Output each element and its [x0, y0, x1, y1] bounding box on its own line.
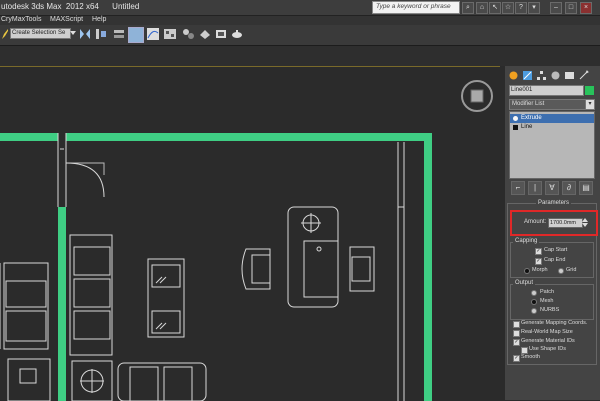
favorites-icon[interactable]: ☆ — [502, 2, 514, 14]
display-tab-icon[interactable] — [564, 70, 575, 81]
pencil-icon[interactable] — [1, 28, 9, 40]
capping-title: Capping — [513, 238, 540, 244]
dropdown-arrow-icon[interactable] — [70, 29, 76, 37]
expand-icon[interactable] — [513, 125, 518, 130]
nurbs-label: NURBS — [540, 307, 560, 313]
morph-radio[interactable] — [524, 268, 530, 274]
close-icon[interactable]: × — [580, 2, 592, 14]
menu-maxscript[interactable]: MAXScript — [50, 16, 83, 23]
stack-item-line[interactable]: Line — [510, 123, 594, 132]
title-bar: utodesk 3ds Max 2012 x64 Untitled Type a… — [0, 0, 600, 16]
communication-icon[interactable]: ↖ — [489, 2, 501, 14]
viewport[interactable] — [0, 66, 500, 401]
grid-label: Grid — [566, 267, 577, 273]
wall-top-left — [0, 133, 58, 141]
configure-sets-icon[interactable]: ▤ — [579, 181, 593, 195]
curve-editor-icon[interactable] — [146, 27, 160, 41]
modifier-list-arrow-icon[interactable]: ▾ — [585, 99, 595, 110]
morph-label: Morph — [532, 267, 548, 273]
rendered-frame-icon[interactable] — [214, 27, 228, 41]
cap-end-label: Cap End — [544, 257, 566, 263]
material-editor-icon[interactable] — [181, 27, 195, 41]
modifier-stack: Extrude Line — [509, 111, 595, 179]
amount-highlight — [510, 210, 598, 236]
schematic-view-icon[interactable] — [163, 27, 177, 41]
generate-material-ids-checkbox[interactable]: ✓ — [513, 339, 520, 346]
wall-top-right — [66, 133, 432, 141]
show-end-result-icon[interactable]: | — [528, 181, 542, 195]
maximize-icon[interactable]: □ — [565, 2, 577, 14]
minimize-icon[interactable]: – — [550, 2, 562, 14]
output-title: Output — [513, 280, 536, 286]
named-selection-set[interactable]: Create Selection Se — [10, 28, 71, 39]
search-input[interactable]: Type a keyword or phrase — [372, 1, 460, 14]
smooth-label: Smooth — [521, 354, 540, 360]
nurbs-radio[interactable] — [531, 308, 537, 314]
mesh-radio[interactable] — [531, 299, 537, 305]
create-tab-icon[interactable] — [508, 70, 519, 81]
window-title: utodesk 3ds Max 2012 x64 Untitled — [1, 2, 140, 11]
generate-mapping-label: Generate Mapping Coords. — [521, 320, 588, 326]
smooth-checkbox[interactable]: ✓ — [513, 355, 520, 362]
cap-start-label: Cap Start — [544, 247, 568, 253]
remove-modifier-icon[interactable]: ∂ — [562, 181, 576, 195]
mesh-label: Mesh — [540, 298, 554, 304]
stack-item-label: Extrude — [521, 115, 542, 121]
align-icon[interactable] — [94, 27, 108, 41]
hierarchy-tab-icon[interactable] — [536, 70, 547, 81]
layer-manager-icon[interactable] — [112, 27, 126, 41]
stack-item-extrude[interactable]: Extrude — [510, 114, 594, 123]
lightbulb-icon[interactable] — [513, 116, 518, 121]
make-unique-icon[interactable]: ∀ — [545, 181, 559, 195]
modify-tab-icon[interactable] — [522, 70, 533, 81]
generate-material-ids-label: Generate Material IDs — [521, 338, 575, 344]
dropdown-icon[interactable]: ▾ — [528, 2, 540, 14]
utilities-tab-icon[interactable] — [578, 70, 589, 81]
object-name-field[interactable]: Line001 — [509, 85, 584, 96]
wall-right — [424, 133, 432, 401]
cap-start-checkbox[interactable]: ✓ — [535, 248, 542, 255]
cap-end-checkbox[interactable]: ✓ — [535, 258, 542, 265]
object-color-swatch[interactable] — [585, 86, 594, 95]
generate-mapping-checkbox[interactable] — [513, 321, 520, 328]
use-shape-ids-checkbox[interactable] — [521, 347, 528, 354]
real-world-map-checkbox[interactable] — [513, 330, 520, 337]
motion-tab-icon[interactable] — [550, 70, 561, 81]
render-teapot-icon[interactable] — [230, 27, 244, 41]
patch-radio[interactable] — [531, 290, 537, 296]
menu-bar: CryMaxTools MAXScript Help — [0, 16, 600, 25]
modifier-list-dropdown[interactable]: Modifier List — [509, 99, 588, 110]
pin-stack-icon[interactable]: ⌐ — [511, 181, 525, 195]
real-world-map-label: Real-World Map Size — [521, 329, 573, 335]
ribbon-area — [0, 46, 600, 66]
use-shape-ids-label: Use Shape IDs — [529, 346, 566, 352]
render-setup-icon[interactable] — [198, 27, 212, 41]
main-toolbar: Create Selection Se — [0, 25, 600, 46]
menu-help[interactable]: Help — [92, 16, 106, 23]
help-icon[interactable]: ? — [515, 2, 527, 14]
parameters-title[interactable]: Parameters — [536, 200, 572, 206]
stack-item-label: Line — [521, 124, 533, 130]
graphite-toolbar-button[interactable] — [128, 27, 144, 43]
menu-crymaxtools[interactable]: CryMaxTools — [1, 16, 41, 23]
viewcube-icon[interactable] — [470, 89, 484, 103]
wall-left-vertical — [58, 207, 66, 401]
grid-radio[interactable] — [558, 268, 564, 274]
search-placeholder: Type a keyword or phrase — [376, 3, 451, 10]
patch-label: Patch — [540, 289, 555, 295]
binoculars-icon[interactable]: ⌕ — [462, 2, 474, 14]
subscription-icon[interactable]: ⌂ — [476, 2, 488, 14]
mirror-icon[interactable] — [78, 27, 92, 41]
